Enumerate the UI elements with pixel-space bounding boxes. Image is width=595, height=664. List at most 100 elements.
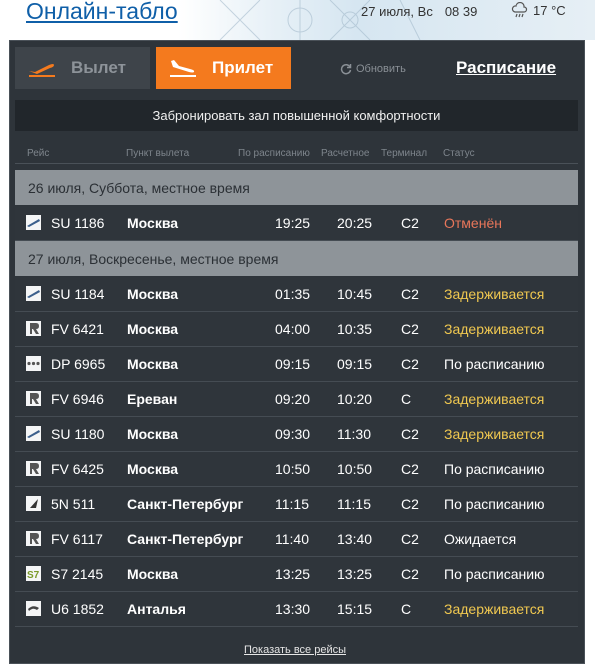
origin-city: Москва (127, 286, 179, 302)
flight-number: S7 2145 (51, 566, 104, 582)
scheduled-time: 01:35 (275, 286, 311, 302)
scheduled-time: 13:30 (275, 601, 311, 617)
col-scheduled: По расписанию (238, 148, 310, 159)
flight-status: По расписанию (444, 566, 545, 582)
show-all-flights-link[interactable]: Показать все рейсы (244, 644, 346, 656)
cloud-rain-icon (511, 2, 528, 18)
estimated-time: 09:15 (337, 356, 373, 372)
flight-status: По расписанию (444, 496, 545, 512)
tab-departures[interactable]: Вылет (15, 47, 150, 89)
airline-logo-icon (26, 601, 41, 616)
col-estimated: Расчетное (321, 148, 370, 159)
flight-status: По расписанию (444, 461, 545, 477)
table-header: Рейс Пункт вылета По расписанию Расчетно… (15, 142, 578, 164)
scheduled-time: 10:50 (275, 461, 311, 477)
scheduled-time: 09:15 (275, 356, 311, 372)
flight-row[interactable]: 5N 511 Санкт-Петербург 11:15 11:15 C2 По расп… (15, 487, 578, 522)
estimated-time: 15:15 (337, 601, 373, 617)
book-lounge-button[interactable]: Забронировать зал повышенной комфортност… (15, 100, 578, 131)
terminal: C (401, 391, 412, 407)
scheduled-time: 11:15 (275, 496, 309, 512)
origin-city: Анталья (127, 601, 186, 617)
terminal: C2 (401, 496, 419, 512)
temperature: 17 °C (533, 2, 566, 18)
flight-number: 5N 511 (51, 496, 96, 512)
site-header: Онлайн-табло 27 июля, Вс 08 39 17 °C (0, 0, 595, 40)
flight-number: DP 6965 (51, 356, 106, 372)
airline-logo-icon: S7 (26, 566, 41, 581)
estimated-time: 10:20 (337, 391, 373, 407)
airline-logo-icon (26, 391, 41, 406)
flight-row[interactable]: SU 1184 Москва 01:35 10:45 C2 Задерживается (15, 277, 578, 312)
airline-logo-icon (26, 286, 41, 301)
airline-logo-icon (26, 321, 41, 336)
flight-row[interactable]: FV 6117 Санкт-Петербург 11:40 13:40 C2 Ожидае… (15, 522, 578, 557)
flight-row[interactable]: FV 6946 Ереван 09:20 10:20 C Задерживается (15, 382, 578, 417)
airline-logo-icon (26, 356, 41, 371)
flight-number: SU 1180 (51, 426, 105, 442)
origin-city: Санкт-Петербург (127, 496, 244, 512)
estimated-time: 11:30 (337, 426, 371, 442)
origin-city: Москва (127, 215, 179, 231)
origin-city: Санкт-Петербург (127, 531, 244, 547)
estimated-time: 20:25 (337, 215, 373, 231)
flight-number: U6 1852 (51, 601, 104, 617)
airline-logo-icon (26, 215, 41, 230)
flight-row[interactable]: SU 1180 Москва 09:30 11:30 C2 Задерживается (15, 417, 578, 452)
date-group-header: 27 июля, Воскресенье, местное время (15, 241, 578, 276)
flight-row[interactable]: SU 1186 Москва 19:25 20:25 C2 Отменён (15, 206, 578, 241)
airline-logo-icon (26, 426, 41, 441)
flight-status: Задерживается (444, 321, 545, 337)
svg-text:S7: S7 (27, 570, 40, 579)
scheduled-time: 09:20 (275, 391, 311, 407)
terminal: C2 (401, 461, 419, 477)
tab-arrivals-label: Прилет (212, 58, 274, 77)
scheduled-time: 04:00 (275, 321, 311, 337)
flight-number: FV 6421 (51, 321, 104, 337)
flight-number: FV 6117 (51, 531, 103, 547)
flight-row[interactable]: S7 S7 2145 Москва 13:25 13:25 C2 По расписанию (15, 557, 578, 592)
arrival-plane-icon (170, 60, 196, 77)
page-title[interactable]: Онлайн-табло (26, 0, 178, 25)
origin-city: Москва (127, 426, 179, 442)
weather: 17 °C (511, 2, 566, 18)
terminal: C2 (401, 321, 419, 337)
tab-arrivals[interactable]: Прилет (156, 47, 291, 89)
origin-city: Москва (127, 321, 179, 337)
flight-row[interactable]: FV 6421 Москва 04:00 10:35 C2 Задерживается (15, 312, 578, 347)
terminal: C (401, 601, 412, 617)
refresh-button[interactable]: Обновить (340, 63, 406, 75)
col-terminal: Терминал (381, 148, 428, 159)
current-datetime: 27 июля, Вс 08 39 (361, 4, 477, 19)
flight-row[interactable]: DP 6965 Москва 09:15 09:15 C2 По расписанию (15, 347, 578, 382)
schedule-link[interactable]: Расписание (456, 58, 556, 78)
flight-number: SU 1186 (51, 215, 105, 231)
origin-city: Москва (127, 461, 179, 477)
terminal: C2 (401, 286, 419, 302)
estimated-time: 10:35 (337, 321, 373, 337)
flight-status: Отменён (444, 215, 502, 231)
estimated-time: 13:25 (337, 566, 373, 582)
origin-city: Москва (127, 566, 179, 582)
terminal: C2 (401, 566, 419, 582)
tab-departures-label: Вылет (71, 58, 126, 77)
flight-status: По расписанию (444, 356, 545, 372)
col-flight: Рейс (27, 148, 50, 159)
airline-logo-icon (26, 461, 41, 476)
flight-row[interactable]: U6 1852 Анталья 13:30 15:15 C Задерживается (15, 592, 578, 627)
estimated-time: 10:45 (337, 286, 373, 302)
terminal: C2 (401, 531, 419, 547)
col-status: Статус (443, 148, 475, 159)
estimated-time: 11:15 (337, 496, 371, 512)
refresh-icon (340, 63, 352, 75)
current-date: 27 июля, Вс (361, 4, 433, 19)
flight-number: FV 6946 (51, 391, 104, 407)
scheduled-time: 19:25 (275, 215, 311, 231)
flight-status: Задерживается (444, 391, 545, 407)
flight-number: FV 6425 (51, 461, 104, 477)
airline-logo-icon (26, 496, 41, 511)
flight-status: Задерживается (444, 601, 545, 617)
flight-status: Ожидается (444, 531, 517, 547)
date-group-header: 26 июля, Суббота, местное время (15, 170, 578, 205)
flight-row[interactable]: FV 6425 Москва 10:50 10:50 C2 По расписанию (15, 452, 578, 487)
